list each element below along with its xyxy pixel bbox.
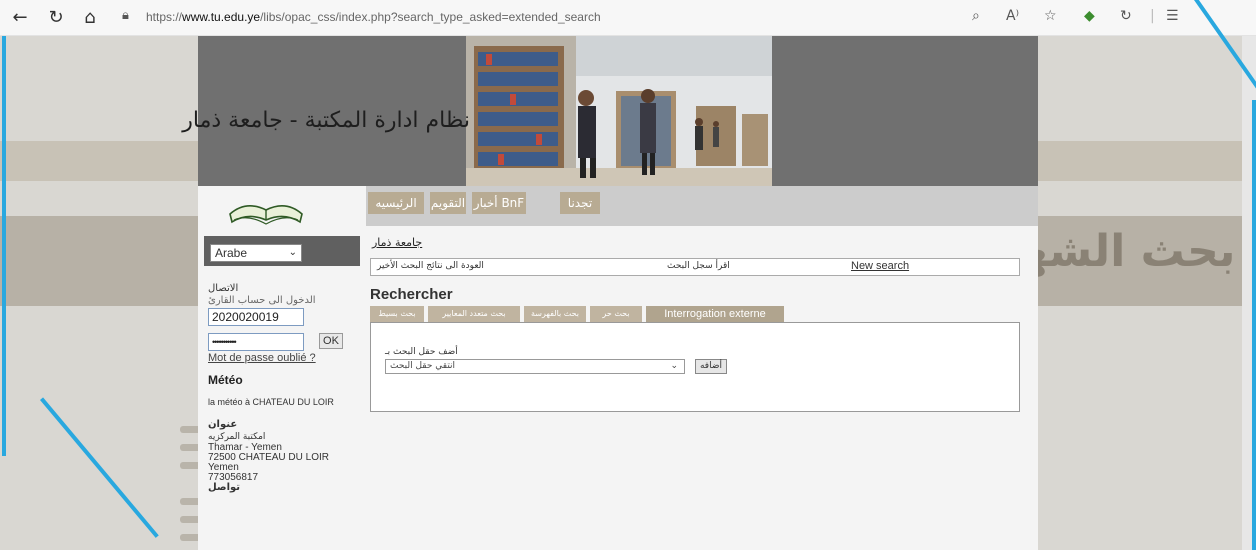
frame-edge xyxy=(1252,100,1256,550)
book-logo xyxy=(226,194,306,235)
forgot-password-link[interactable]: Mot de passe oublié ? xyxy=(208,352,316,364)
field-label: أضف حقل البحث بـ xyxy=(385,347,458,357)
favorite-icon[interactable]: ☆ xyxy=(1044,8,1057,24)
menu-item-calendar[interactable]: التقويم xyxy=(430,192,466,214)
menu-item-home[interactable]: الرئيسيه xyxy=(368,192,424,214)
favorites-icon[interactable]: ☰ xyxy=(1166,8,1179,24)
site-link[interactable]: جامعة ذمار xyxy=(372,236,422,249)
search-field-value: انتقي حقل البحث xyxy=(390,361,456,371)
account-label: الدخول الى حساب القارئ xyxy=(208,295,316,306)
tab-index-search[interactable]: بحث بالفهرسة xyxy=(524,306,586,322)
sync-icon[interactable]: ↻ xyxy=(1120,8,1132,24)
library-photo xyxy=(466,36,772,186)
search-panel: أضف حقل البحث بـ انتقي حقل البحث ⌄ أضافه xyxy=(370,322,1020,412)
address-title: عنوان xyxy=(208,419,238,430)
frame-edge xyxy=(2,36,6,456)
search-icon[interactable]: ⌕ xyxy=(972,8,980,24)
language-bar: Arabe ⌄ xyxy=(204,236,360,266)
connection-label: الاتصال xyxy=(208,283,239,294)
refresh-icon[interactable]: ↻ xyxy=(44,6,68,30)
extension-icon[interactable]: ◆ xyxy=(1084,8,1095,24)
meteo-text: la météo à CHATEAU DU LOIR xyxy=(208,397,334,407)
search-history-link[interactable]: اقرأ سجل البحث xyxy=(667,261,730,271)
url-path: /libs/opac_css/index.php?search_type_ask… xyxy=(260,10,601,24)
ok-button[interactable]: OK xyxy=(319,333,343,349)
password-input[interactable]: ••••••••••• xyxy=(208,333,304,351)
language-value: Arabe xyxy=(215,246,248,260)
username-input[interactable]: 2020020019 xyxy=(208,308,304,326)
lock-icon: 🔒︎ xyxy=(122,8,129,23)
chevron-down-icon: ⌄ xyxy=(670,361,678,371)
tab-free-search[interactable]: بحث حر xyxy=(590,306,642,322)
menu-item-contact[interactable]: تجدنا xyxy=(560,192,600,214)
header-banner: نظام ادارة المكتبة - جامعة ذمار xyxy=(182,36,1038,186)
separator: | xyxy=(1150,8,1155,24)
back-icon[interactable]: ← xyxy=(8,6,32,30)
address-bar[interactable]: 🔒︎ https://www.tu.edu.ye/libs/opac_css/i… xyxy=(110,5,1150,31)
add-field-button[interactable]: أضافه xyxy=(695,359,727,374)
language-select[interactable]: Arabe ⌄ xyxy=(210,244,302,262)
banner-title: نظام ادارة المكتبة - جامعة ذمار xyxy=(182,108,470,133)
url-prefix: https:// xyxy=(146,10,183,24)
read-aloud-icon[interactable]: A⁾ xyxy=(1006,8,1019,24)
page: ← ↻ ⌂ 🔒︎ https://www.tu.edu.ye/libs/opac… xyxy=(0,0,1256,550)
search-field-select[interactable]: انتقي حقل البحث ⌄ xyxy=(385,359,685,374)
main-menu: تجدنا BnF أخبار التقويم الرئيسيه xyxy=(366,186,1038,226)
menu-item-news[interactable]: BnF أخبار xyxy=(472,192,526,214)
back-results-link[interactable]: العودة الى نتائج البحث الأخير xyxy=(377,261,484,271)
tab-multi-criteria[interactable]: بحث متعدد المعايير xyxy=(428,306,520,322)
search-nav: العودة الى نتائج البحث الأخير اقرأ سجل ا… xyxy=(370,258,1020,276)
address-line: امكتبة المركزيه xyxy=(208,432,266,442)
new-search-link[interactable]: New search xyxy=(851,260,909,272)
tab-simple-search[interactable]: بحث بسيط xyxy=(370,306,424,322)
page-title: Rechercher xyxy=(370,286,453,303)
library-site: نظام ادارة المكتبة - جامعة ذمار تجدنا Bn… xyxy=(182,36,1038,550)
home-icon[interactable]: ⌂ xyxy=(78,6,102,30)
url-host: www.tu.edu.ye xyxy=(182,10,261,24)
url-text[interactable]: https://www.tu.edu.ye/libs/opac_css/inde… xyxy=(146,10,601,24)
meteo-title: Météo xyxy=(208,373,243,387)
search-content: جامعة ذمار العودة الى نتائج البحث الأخير… xyxy=(370,226,1030,550)
chevron-down-icon: ⌄ xyxy=(288,247,297,258)
browser-toolbar: ← ↻ ⌂ 🔒︎ https://www.tu.edu.ye/libs/opac… xyxy=(0,0,1256,36)
contact-label[interactable]: تواصل xyxy=(208,482,240,493)
tab-external-query[interactable]: Interrogation externe xyxy=(646,306,784,322)
